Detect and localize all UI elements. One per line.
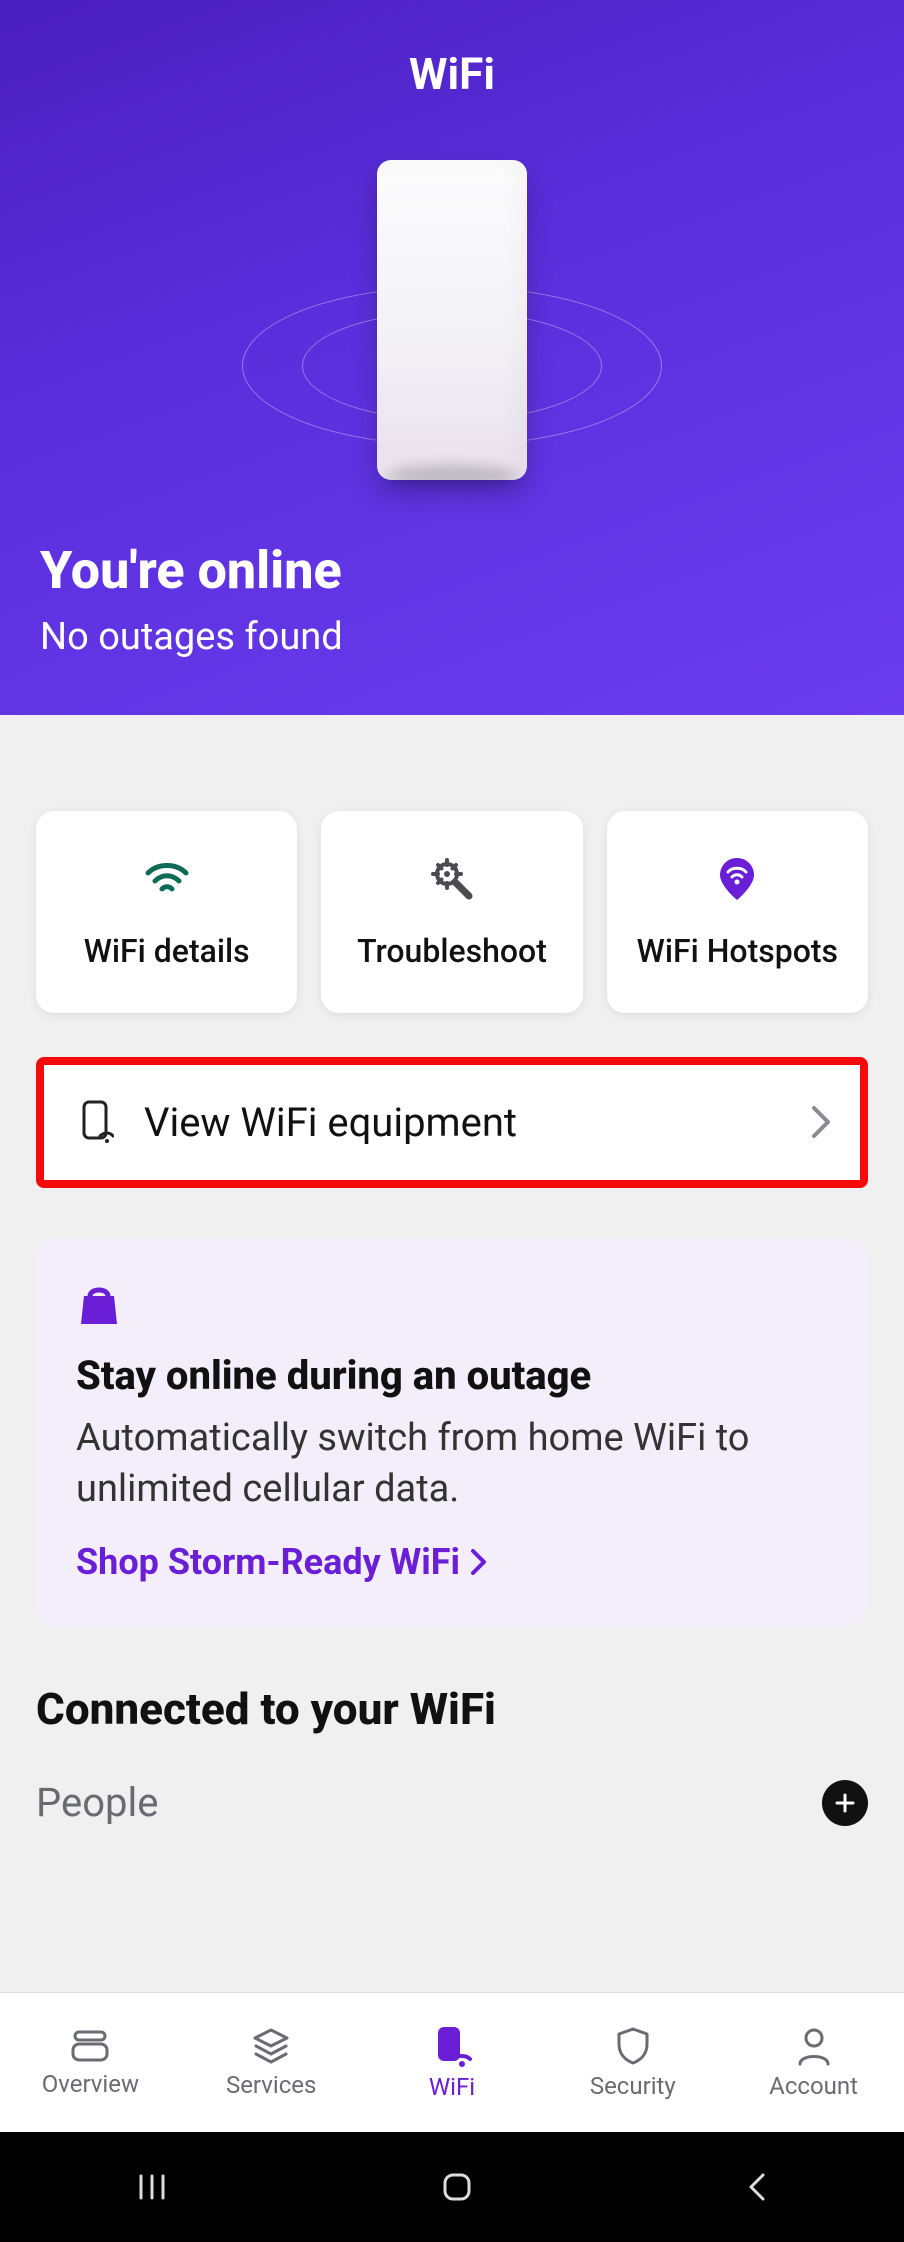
equipment-label: View WiFi equipment xyxy=(144,1099,810,1146)
home-button[interactable] xyxy=(440,2170,474,2204)
wifi-icon xyxy=(52,851,281,907)
overview-icon xyxy=(69,2028,111,2064)
connected-section-title: Connected to your WiFi xyxy=(36,1683,868,1735)
wifi-details-card[interactable]: WiFi details xyxy=(36,811,297,1013)
tab-security[interactable]: Security xyxy=(542,2026,723,2100)
view-wifi-equipment-row[interactable]: View WiFi equipment xyxy=(44,1065,860,1180)
page-title: WiFi xyxy=(40,48,864,100)
status-subtext: No outages found xyxy=(40,615,864,659)
android-nav-bar xyxy=(0,2132,904,2242)
storm-ready-promo: Stay online during an outage Automatical… xyxy=(36,1238,868,1628)
tab-label: Security xyxy=(590,2072,676,2100)
status-title: You're online xyxy=(40,540,864,601)
tab-label: WiFi xyxy=(429,2073,475,2101)
card-label: WiFi Hotspots xyxy=(623,931,852,973)
shield-icon xyxy=(615,2026,651,2066)
tab-label: Services xyxy=(226,2071,316,2099)
shop-storm-ready-link[interactable]: Shop Storm-Ready WiFi xyxy=(76,1541,488,1583)
tab-label: Overview xyxy=(42,2070,139,2098)
promo-description: Automatically switch from home WiFi to u… xyxy=(76,1413,828,1516)
hero-section: WiFi You're online No outages found xyxy=(0,0,904,715)
chevron-right-icon xyxy=(810,1104,832,1140)
card-label: WiFi details xyxy=(52,931,281,973)
recents-button[interactable] xyxy=(135,2172,169,2202)
tab-account[interactable]: Account xyxy=(723,2026,904,2100)
bottom-tab-bar: Overview Services WiFi Security xyxy=(0,1992,904,2132)
wifi-hotspots-card[interactable]: WiFi Hotspots xyxy=(607,811,868,1013)
add-person-button[interactable] xyxy=(822,1780,868,1826)
gear-wrench-icon xyxy=(337,851,566,907)
layers-icon xyxy=(250,2027,292,2065)
card-label: Troubleshoot xyxy=(337,931,566,973)
tab-label: Account xyxy=(769,2072,858,2100)
tab-services[interactable]: Services xyxy=(181,2027,362,2099)
back-button[interactable] xyxy=(745,2170,769,2204)
highlighted-region: View WiFi equipment xyxy=(36,1057,868,1188)
troubleshoot-card[interactable]: Troubleshoot xyxy=(321,811,582,1013)
router-illustration xyxy=(40,160,864,500)
shopping-bag-icon xyxy=(76,1282,828,1326)
chevron-right-icon xyxy=(470,1548,488,1576)
tab-wifi[interactable]: WiFi xyxy=(362,2025,543,2101)
promo-title: Stay online during an outage xyxy=(76,1352,828,1399)
hotspot-pin-icon xyxy=(623,851,852,907)
people-label: People xyxy=(36,1779,158,1826)
equipment-icon xyxy=(72,1100,122,1144)
tab-overview[interactable]: Overview xyxy=(0,2028,181,2098)
wifi-device-icon xyxy=(432,2025,472,2067)
promo-link-label: Shop Storm-Ready WiFi xyxy=(76,1541,460,1583)
account-icon xyxy=(796,2026,832,2066)
